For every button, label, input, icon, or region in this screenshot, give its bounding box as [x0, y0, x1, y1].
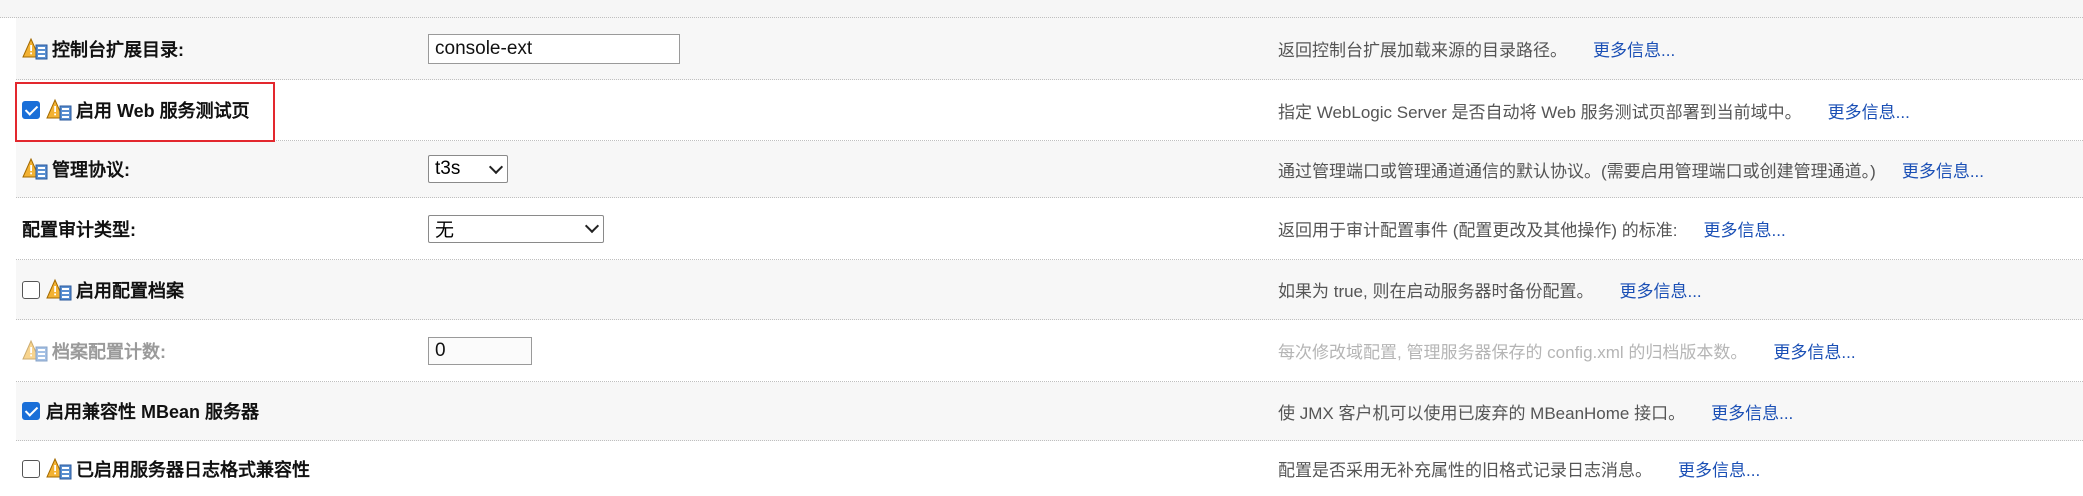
more-info-link[interactable]: 更多信息... [1773, 338, 1855, 363]
field-description: 使 JMX 客户机可以使用已废弃的 MBeanHome 接口。 [1278, 403, 1686, 423]
row-enable-compat-mbean-server: 启用兼容性 MBean 服务器 使 JMX 客户机可以使用已废弃的 MBeanH… [16, 382, 2083, 441]
row-archive-config-count: 档案配置计数: 0 每次修改域配置, 管理服务器保存的 config.xml 的… [16, 320, 2083, 382]
field-label: 控制台扩展目录: [52, 39, 184, 60]
field-label: 启用兼容性 MBean 服务器 [46, 402, 260, 422]
highlight-annotation-box [15, 82, 275, 142]
row-console-ext-dir: 控制台扩展目录: console-ext 返回控制台扩展加载来源的目录路径。 更… [16, 18, 2083, 80]
console-ext-dir-input[interactable]: console-ext [428, 33, 680, 64]
enable-config-archive-checkbox[interactable] [22, 280, 40, 299]
more-info-link[interactable]: 更多信息... [1902, 157, 1984, 182]
field-description: 如果为 true, 则在启动服务器时备份配置。 [1278, 282, 1594, 301]
description-cell: 返回控制台扩展加载来源的目录路径。 更多信息... [1278, 18, 1675, 79]
select-value: 无 [435, 220, 455, 241]
control-cell: t3s [428, 141, 508, 197]
more-info-link[interactable]: 更多信息... [1678, 456, 1760, 481]
more-info-link[interactable]: 更多信息... [1704, 216, 1786, 241]
field-description: 返回用于审计配置事件 (配置更改及其他操作) 的标准: [1278, 221, 1678, 240]
more-info-link[interactable]: 更多信息... [1711, 399, 1793, 424]
server-log-format-compat-checkbox[interactable] [22, 459, 40, 478]
field-label: 管理协议: [52, 160, 130, 180]
label-cell: 启用配置档案 [22, 260, 184, 319]
field-label: 档案配置计数: [52, 341, 166, 362]
row-enable-ws-test-page: 启用 Web 服务测试页 指定 WebLogic Server 是否自动将 We… [16, 80, 2083, 141]
description-cell: 如果为 true, 则在启动服务器时备份配置。 更多信息... [1278, 260, 1702, 319]
label-cell: 管理协议: [22, 141, 130, 197]
chevron-down-icon [584, 218, 600, 234]
label-cell: 配置审计类型: [22, 198, 136, 259]
field-label: 启用配置档案 [76, 280, 184, 301]
row-enable-config-archive: 启用配置档案 如果为 true, 则在启动服务器时备份配置。 更多信息... [16, 260, 2083, 320]
field-description: 每次修改域配置, 管理服务器保存的 config.xml 的归档版本数。 [1278, 343, 1748, 362]
field-description: 通过管理端口或管理通道通信的默认协议。(需要启用管理端口或创建管理通道。) [1278, 161, 1876, 181]
more-info-link[interactable]: 更多信息... [1828, 98, 1910, 123]
row-config-audit-type: 配置审计类型: 无 返回用于审计配置事件 (配置更改及其他操作) 的标准: 更多… [16, 198, 2083, 260]
label-cell: 启用兼容性 MBean 服务器 [22, 382, 259, 440]
archive-config-count-input[interactable]: 0 [428, 336, 532, 365]
description-cell: 每次修改域配置, 管理服务器保存的 config.xml 的归档版本数。 更多信… [1278, 320, 1856, 381]
label-cell: 档案配置计数: [22, 320, 166, 381]
control-cell: 0 [428, 320, 532, 381]
description-cell: 指定 WebLogic Server 是否自动将 Web 服务测试页部署到当前域… [1278, 80, 1910, 140]
control-cell: 无 [428, 198, 604, 259]
restart-required-icon [22, 157, 48, 180]
top-row-border [0, 0, 2083, 18]
enable-compat-mbean-server-checkbox[interactable] [22, 402, 40, 420]
restart-required-icon [22, 339, 48, 361]
select-value: t3s [435, 158, 461, 179]
label-cell: 控制台扩展目录: [22, 18, 184, 79]
field-label: 配置审计类型: [22, 219, 136, 240]
description-cell: 配置是否采用无补充属性的旧格式记录日志消息。 更多信息... [1278, 441, 1760, 496]
control-cell: console-ext [428, 18, 680, 79]
chevron-down-icon [488, 159, 504, 174]
description-cell: 通过管理端口或管理通道通信的默认协议。(需要启用管理端口或创建管理通道。) 更多… [1278, 141, 1984, 197]
restart-required-icon [46, 457, 72, 479]
field-description: 配置是否采用无补充属性的旧格式记录日志消息。 [1278, 461, 1652, 480]
field-description: 返回控制台扩展加载来源的目录路径。 [1278, 41, 1567, 60]
description-cell: 使 JMX 客户机可以使用已废弃的 MBeanHome 接口。 更多信息... [1278, 382, 1793, 440]
restart-required-icon [22, 37, 48, 59]
config-audit-type-select[interactable]: 无 [428, 214, 604, 243]
row-admin-protocol: 管理协议: t3s 通过管理端口或管理通道通信的默认协议。(需要启用管理端口或创… [16, 141, 2083, 198]
row-server-log-format-compat: 已启用服务器日志格式兼容性 配置是否采用无补充属性的旧格式记录日志消息。 更多信… [16, 441, 2083, 496]
label-cell: 已启用服务器日志格式兼容性 [22, 441, 310, 496]
more-info-link[interactable]: 更多信息... [1619, 277, 1701, 302]
more-info-link[interactable]: 更多信息... [1593, 36, 1675, 61]
admin-protocol-select[interactable]: t3s [428, 155, 508, 183]
field-description: 指定 WebLogic Server 是否自动将 Web 服务测试页部署到当前域… [1278, 102, 1802, 122]
restart-required-icon [46, 278, 72, 300]
field-label: 已启用服务器日志格式兼容性 [76, 459, 310, 480]
description-cell: 返回用于审计配置事件 (配置更改及其他操作) 的标准: 更多信息... [1278, 198, 1786, 259]
